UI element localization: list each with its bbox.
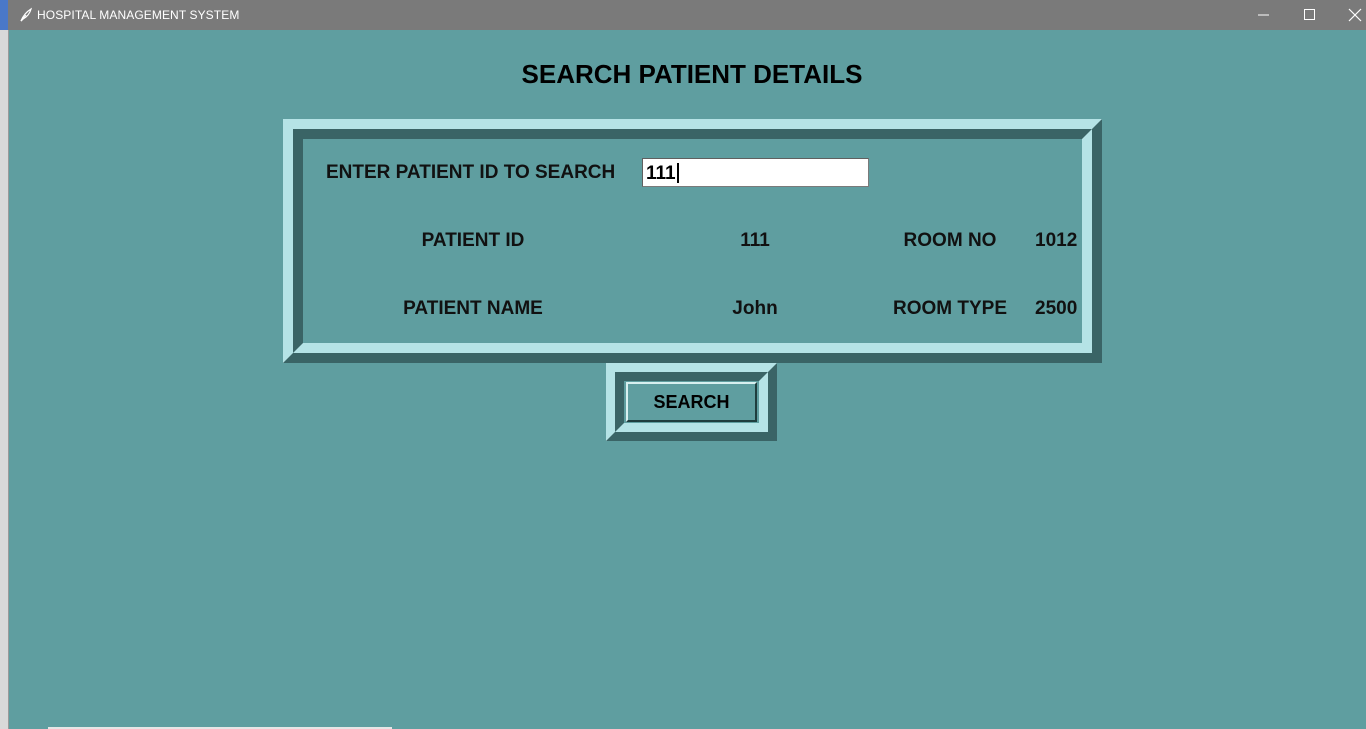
maximize-icon [1304,9,1315,20]
patient-id-value: 111 [740,230,770,251]
minimize-button[interactable] [1241,0,1287,30]
close-icon [1348,8,1362,22]
room-type-label: ROOM TYPE [892,298,1008,319]
page-title: SEARCH PATIENT DETAILS [521,59,863,89]
patient-id-label: PATIENT ID [421,230,525,251]
close-button[interactable] [1332,0,1366,30]
room-no-value: 1012 [1035,230,1078,251]
background-window-edge [0,0,9,729]
background-window-accent [0,0,8,30]
window-title: HOSPITAL MANAGEMENT SYSTEM [37,8,240,22]
minimize-icon [1258,14,1269,16]
feather-icon [18,7,34,23]
patient-name-label: PATIENT NAME [403,298,543,319]
room-no-label: ROOM NO [903,230,997,251]
search-prompt-label: ENTER PATIENT ID TO SEARCH [326,162,616,183]
title-bar[interactable]: HOSPITAL MANAGEMENT SYSTEM [8,0,1366,30]
patient-name-value: John [732,298,778,319]
maximize-button[interactable] [1287,0,1333,30]
room-type-value: 2500 [1035,298,1078,319]
search-button[interactable]: SEARCH [626,382,757,422]
text-caret [677,163,679,183]
